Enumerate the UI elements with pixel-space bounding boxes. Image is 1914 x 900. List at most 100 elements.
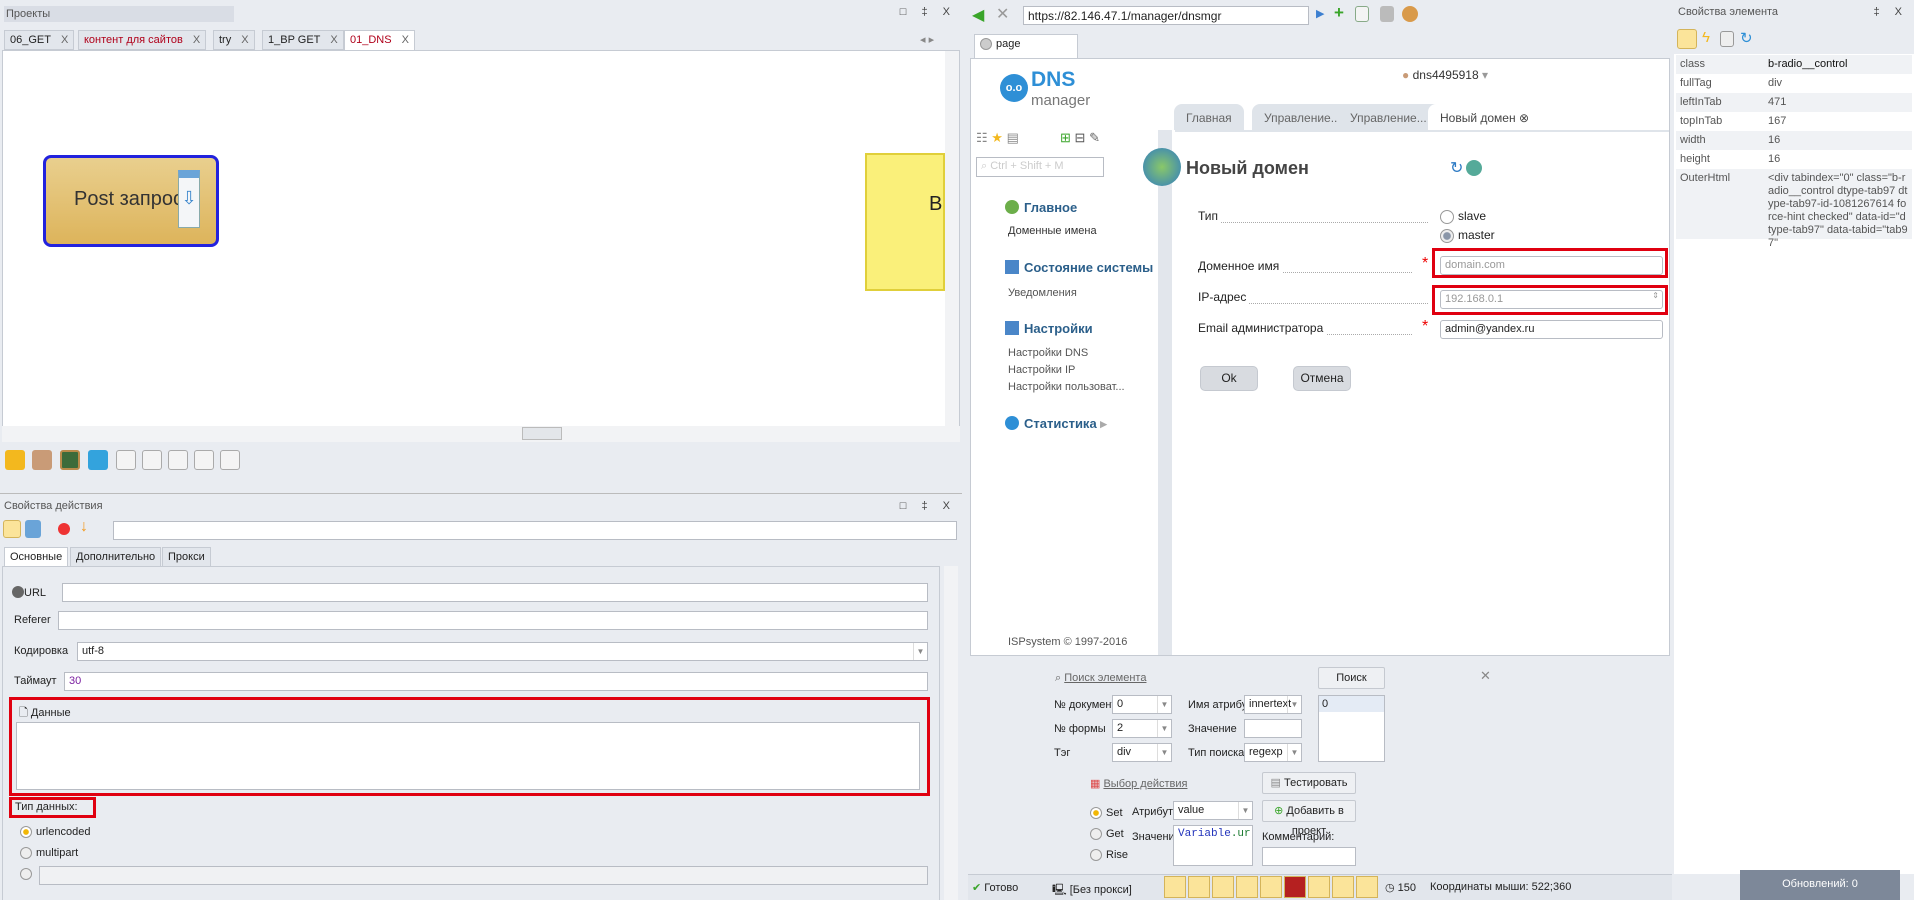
frames-icon[interactable] <box>1188 876 1210 898</box>
vertical-scrollbar[interactable] <box>944 566 958 900</box>
list-icon[interactable] <box>194 450 214 470</box>
post-request-node[interactable]: Post запрос ⇩ <box>43 155 219 247</box>
doc-select[interactable]: 0 ▼ <box>1112 695 1172 714</box>
blackboard-icon[interactable] <box>60 450 80 470</box>
custom-datatype-input[interactable] <box>39 866 928 885</box>
list-icon[interactable] <box>168 450 188 470</box>
horizontal-scrollbar[interactable] <box>2 426 960 442</box>
radio-set[interactable]: Set <box>1090 807 1123 820</box>
clear-cookies-icon[interactable] <box>1402 6 1418 22</box>
back-icon[interactable]: ◀ <box>972 5 984 25</box>
tab-proxy[interactable]: Прокси <box>162 547 211 567</box>
nav-settings[interactable]: Настройки <box>1005 321 1093 336</box>
project-tab[interactable]: 06_GET X <box>4 30 75 50</box>
user-menu[interactable]: ● dns4495918 ▾ <box>1402 68 1488 82</box>
action-select-link[interactable]: ▦ Выбор действия <box>1090 777 1187 790</box>
images-icon[interactable] <box>1164 876 1186 898</box>
search-button[interactable]: Поиск <box>1318 667 1385 689</box>
arrow-down-icon[interactable]: ↓ <box>80 518 88 536</box>
nav-user-settings[interactable]: Настройки пользоват... <box>1008 381 1125 393</box>
properties-icon[interactable] <box>3 520 21 538</box>
nav-domains[interactable]: Доменные имена <box>1008 225 1097 237</box>
tag-select[interactable]: div ▼ <box>1112 743 1172 762</box>
domain-input[interactable]: domain.com <box>1440 256 1663 275</box>
sidebar-tools[interactable]: ☷ ★ ▤ <box>976 130 1019 146</box>
window-icon[interactable] <box>25 520 41 538</box>
plugins-icon[interactable] <box>1332 876 1354 898</box>
email-input[interactable]: admin@yandex.ru <box>1440 320 1663 339</box>
menu-search-input[interactable]: ⌕ Ctrl + Shift + M <box>976 157 1104 177</box>
prop-row[interactable]: fullTag div <box>1676 74 1912 93</box>
proxy-status[interactable]: 🖳 [Без прокси] <box>1052 881 1132 900</box>
sidebar-scrollbar[interactable] <box>1158 130 1172 655</box>
monster-icon[interactable] <box>88 450 108 470</box>
radio-custom[interactable] <box>20 868 36 881</box>
project-tab[interactable]: try X <box>213 30 255 50</box>
stop-icon[interactable] <box>58 523 70 535</box>
nav-main[interactable]: Главное <box>1005 200 1077 215</box>
table-icon[interactable] <box>220 450 240 470</box>
project-tab[interactable]: контент для сайтов X <box>78 30 207 50</box>
yellow-node[interactable]: B <box>865 153 945 291</box>
content-tab-home[interactable]: Главная <box>1174 104 1244 130</box>
prop-row[interactable]: OuterHtml <div tabindex="0" class="b-radi… <box>1676 169 1912 249</box>
nav-notifications[interactable]: Уведомления <box>1008 287 1077 299</box>
project-canvas[interactable]: Post запрос ⇩ B <box>2 50 960 428</box>
prop-row[interactable]: leftInTab 471 <box>1676 93 1912 112</box>
fonts-icon[interactable] <box>1212 876 1234 898</box>
panel-window-buttons[interactable]: □ ‡ X <box>900 6 956 18</box>
prop-row[interactable]: height 16 <box>1676 150 1912 169</box>
radio-multipart[interactable]: multipart <box>20 847 78 860</box>
refresh-icon[interactable]: ↻ <box>1740 29 1753 47</box>
attribute-select[interactable]: value ▼ <box>1173 801 1253 820</box>
tab-scroll-arrows[interactable]: ◂ ▸ <box>920 33 934 46</box>
clear-cache-icon[interactable] <box>1380 6 1394 22</box>
help-globe-icon[interactable] <box>1466 160 1482 176</box>
table-icon[interactable] <box>116 450 136 470</box>
timeout-input[interactable]: 30 <box>64 672 928 691</box>
ip-input[interactable]: 192.168.0.1 ⇕ <box>1440 290 1663 309</box>
list-icon[interactable] <box>142 450 162 470</box>
radio-rise[interactable]: Rise <box>1090 849 1128 862</box>
go-icon[interactable]: ▶ <box>1316 7 1324 20</box>
comment-input[interactable] <box>1262 847 1356 866</box>
prop-row[interactable]: topInTab 167 <box>1676 112 1912 131</box>
test-button[interactable]: ▤ Тестировать <box>1262 772 1356 794</box>
scroll-thumb[interactable] <box>522 427 562 440</box>
nav-ip-settings[interactable]: Настройки IP <box>1008 364 1075 376</box>
tab-advanced[interactable]: Дополнительно <box>70 547 162 567</box>
action-name-input[interactable] <box>113 521 957 540</box>
radio-slave[interactable]: slave <box>1440 209 1486 224</box>
value-textarea[interactable]: Variable.url_dn <box>1173 825 1253 866</box>
tab-basic[interactable]: Основные <box>4 547 69 567</box>
nav-stats[interactable]: Статистика ▸ <box>1005 416 1107 432</box>
flash-icon[interactable] <box>1284 876 1306 898</box>
attr-name-select[interactable]: innertext ▼ <box>1244 695 1302 714</box>
browser-page-tab[interactable]: page <box>974 34 1078 59</box>
results-list[interactable]: 0 <box>1318 695 1385 762</box>
page-source-icon[interactable] <box>1355 6 1369 22</box>
project-tab[interactable]: 1_BP GET X <box>262 30 344 50</box>
radio-master[interactable]: master <box>1440 228 1495 243</box>
gears-icon[interactable] <box>5 450 25 470</box>
content-tab-active[interactable]: Новый домен ⊗ <box>1428 104 1541 130</box>
address-bar[interactable]: https://82.146.47.1/manager/dnsmgr <box>1023 6 1309 25</box>
search-element-link[interactable]: ⌕ Поиск элемента <box>1055 672 1146 685</box>
plus-icon[interactable]: + <box>1334 3 1344 23</box>
panel-window-buttons[interactable]: □ ‡ X <box>900 500 956 512</box>
prop-row[interactable]: class b-radio__control <box>1676 55 1912 74</box>
referer-input[interactable] <box>58 611 928 630</box>
add-to-project-button[interactable]: ⊕ Добавить в проект <box>1262 800 1356 837</box>
refresh-icon[interactable]: ↻ <box>1450 158 1463 178</box>
search-type-select[interactable]: regexp ▼ <box>1244 743 1302 762</box>
url-input[interactable] <box>62 583 928 602</box>
properties-icon[interactable] <box>1677 29 1697 49</box>
css-icon[interactable] <box>1236 876 1258 898</box>
list-item[interactable]: 0 <box>1319 696 1384 712</box>
nav-status[interactable]: Состояние системы <box>1005 260 1153 275</box>
panel-window-buttons[interactable]: ‡ X <box>1873 6 1908 18</box>
popups-icon[interactable] <box>1308 876 1330 898</box>
form-select[interactable]: 2 ▼ <box>1112 719 1172 738</box>
scripts-icon[interactable] <box>1260 876 1282 898</box>
ok-button[interactable]: Ok <box>1200 366 1258 391</box>
